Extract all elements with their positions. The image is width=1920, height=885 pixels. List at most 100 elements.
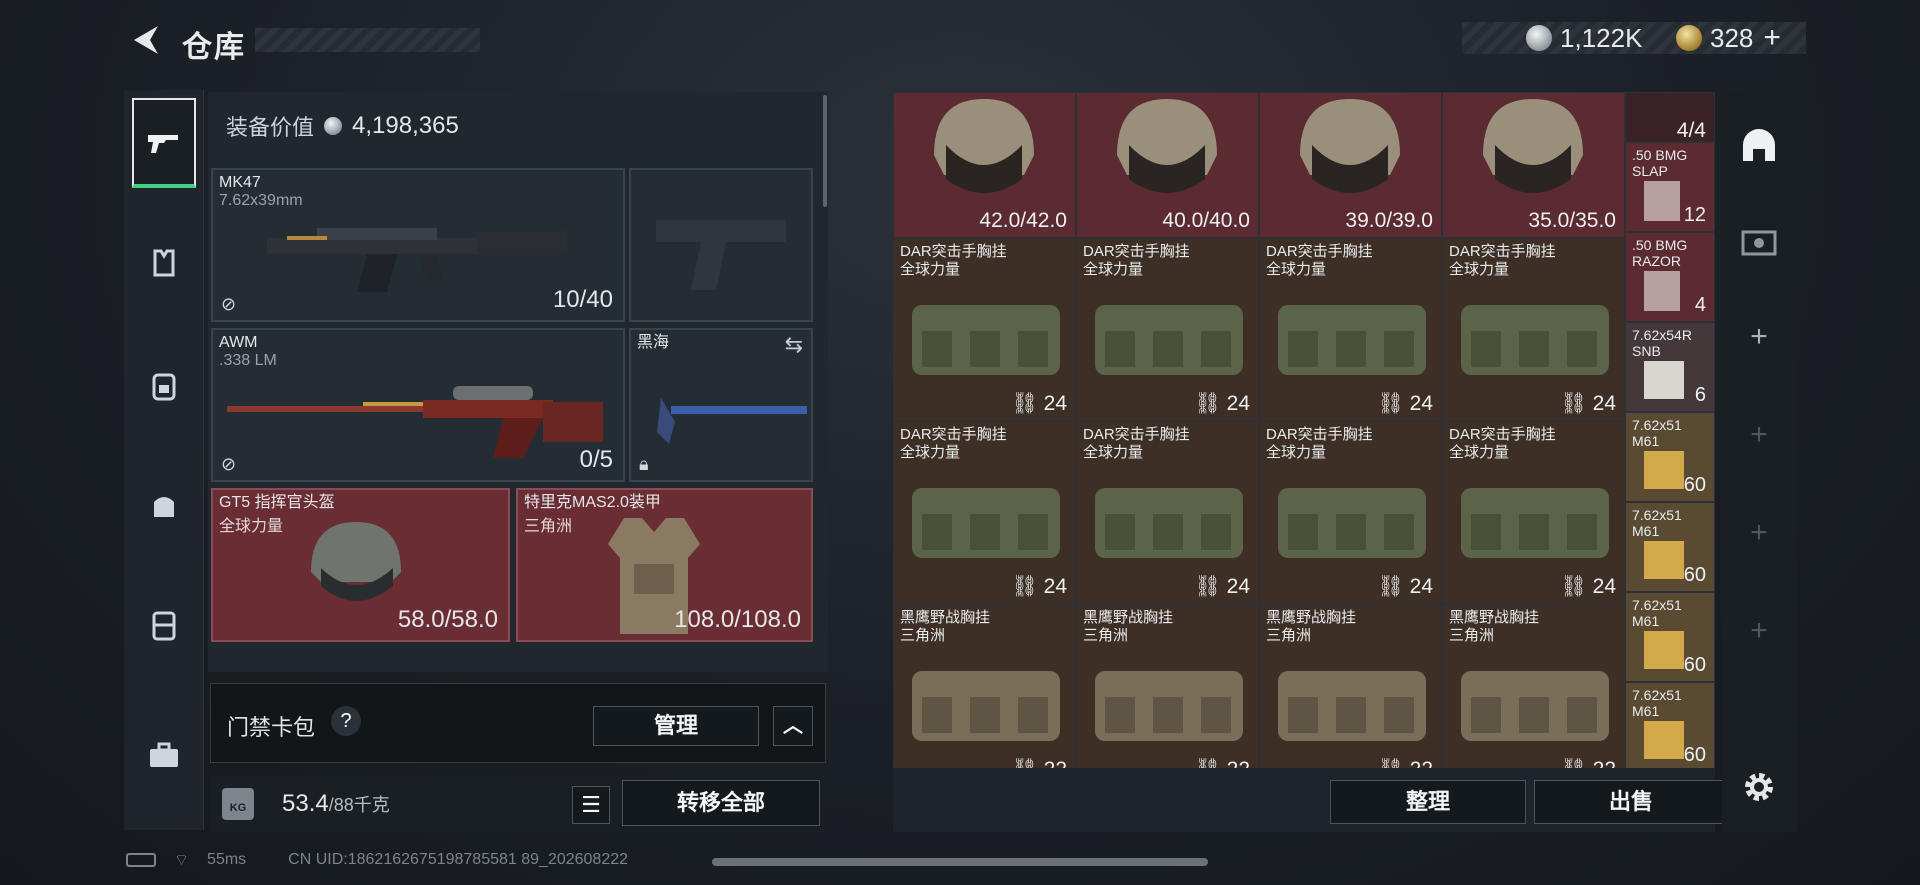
page-title: 仓库 xyxy=(182,31,246,64)
plus-icon: + xyxy=(1750,320,1768,353)
armor-slot[interactable]: 特里克MAS2.0装甲 三角洲 108.0/108.0 xyxy=(516,488,813,642)
add-stash-3[interactable]: + xyxy=(1734,508,1784,558)
back-arrow-icon[interactable] xyxy=(128,22,162,58)
armor-name: 特里克MAS2.0装甲 xyxy=(524,494,661,511)
grid-vest[interactable]: 黑鹰野战胸挂三角洲 ⛓ 22 xyxy=(1259,604,1442,768)
gold-currency[interactable]: 328 + xyxy=(1676,21,1781,55)
ammo-cell[interactable]: .50 BMG SLAP 12 xyxy=(1625,142,1715,232)
vest-image xyxy=(912,671,1060,741)
map-tab[interactable] xyxy=(1734,216,1784,266)
item-name: DAR突击手胸挂 全球力量 xyxy=(1266,243,1373,278)
grid-vest[interactable]: 黑鹰野战胸挂三角洲 ⛓ 22 xyxy=(893,604,1076,768)
grid-vest[interactable]: 黑鹰野战胸挂三角洲 ⛓ 22 xyxy=(1442,604,1625,768)
durability: 39.0/39.0 xyxy=(1345,209,1433,232)
storage-grid: 42.0/42.0 40.0/40.0 39.0/39.0 35.0/35.0 … xyxy=(893,92,1715,768)
item-count: ⛓ 22 xyxy=(1560,758,1616,768)
gold-amount: 328 xyxy=(1710,22,1754,53)
grid-vest[interactable]: 黑鹰野战胸挂三角洲 ⛓ 22 xyxy=(1076,604,1259,768)
horizontal-scrollbar[interactable] xyxy=(712,858,1208,866)
map-icon xyxy=(1741,230,1777,256)
manage-button[interactable]: 管理 xyxy=(593,706,759,746)
item-count: ⛓ 24 xyxy=(1560,392,1616,415)
swap-icon[interactable]: ⇆ xyxy=(785,332,803,358)
grid-vest[interactable]: DAR突击手胸挂 全球力量 ⛓ 24 xyxy=(1259,238,1442,421)
ammo-name: 7.62x54R SNB xyxy=(1632,327,1692,359)
grid-vest[interactable]: DAR突击手胸挂 全球力量 ⛓ 24 xyxy=(893,238,1076,421)
ammo-count: 6 xyxy=(1694,384,1706,406)
nav-weapons[interactable] xyxy=(132,98,196,188)
ping-text: 55ms xyxy=(207,851,247,868)
durability: 35.0/35.0 xyxy=(1528,209,1616,232)
weapon-ammo: 0/5 xyxy=(579,446,613,473)
grid-helmet-4[interactable]: 35.0/35.0 xyxy=(1442,92,1625,238)
helmet-slot[interactable]: GT5 指挥官头盔 全球力量 58.0/58.0 xyxy=(211,488,510,642)
grid-vest[interactable]: DAR突击手胸挂 全球力量 ⛓ 24 xyxy=(1442,238,1625,421)
sell-button[interactable]: 出售 xyxy=(1534,780,1728,824)
melee-slot[interactable]: 黑海 ⇆ 🔒︎ xyxy=(629,328,813,482)
ammo-name: .50 BMG RAZOR xyxy=(1632,237,1688,269)
stash-tab[interactable] xyxy=(1734,120,1784,170)
sort-button[interactable]: 整理 xyxy=(1330,780,1526,824)
ammo-box xyxy=(1644,541,1684,579)
silver-coin-icon xyxy=(324,117,343,135)
durability: 40.0/40.0 xyxy=(1162,209,1250,232)
keycard-label: 门禁卡包 xyxy=(227,715,316,740)
ammo-cell[interactable]: 7.62x54R SNB 6 xyxy=(1625,322,1715,412)
gold-coin-icon xyxy=(1676,25,1702,51)
grid-vest[interactable]: DAR突击手胸挂 全球力量 ⛓ 24 xyxy=(893,421,1076,604)
grid-helmet-1[interactable]: 42.0/42.0 xyxy=(893,92,1076,238)
pistol-slot-empty[interactable] xyxy=(629,168,813,322)
add-stash-2[interactable]: + xyxy=(1734,410,1784,460)
melee-name: 黑海 xyxy=(637,334,670,351)
expand-button[interactable]: ︿ xyxy=(773,706,813,746)
storage-tabs: + + + + xyxy=(1722,92,1797,832)
grid-helmet-2[interactable]: 40.0/40.0 xyxy=(1076,92,1259,238)
durability: 42.0/42.0 xyxy=(979,209,1067,232)
ammo-cell[interactable]: .50 BMG RAZOR 4 xyxy=(1625,232,1715,322)
settings-button[interactable] xyxy=(1734,762,1784,812)
rifle-image xyxy=(267,228,567,292)
helmet-image xyxy=(311,522,401,601)
ammo-capacity: 4/4 xyxy=(1625,92,1715,142)
vest-image xyxy=(1278,488,1426,558)
nav-pouch[interactable] xyxy=(132,460,196,550)
gear-icon xyxy=(1745,773,1773,801)
vest-image xyxy=(912,488,1060,558)
weight-text: 53.4/88千克 xyxy=(282,790,390,818)
list-icon: ☰ xyxy=(581,792,601,817)
grid-vest[interactable]: DAR突击手胸挂 全球力量 ⛓ 24 xyxy=(1076,421,1259,604)
help-button[interactable]: ? xyxy=(331,706,361,736)
loadout-scrollbar[interactable] xyxy=(823,95,827,207)
vest-image xyxy=(1278,671,1426,741)
list-view-button[interactable]: ☰ xyxy=(572,786,610,824)
grid-vest[interactable]: DAR突击手胸挂 全球力量 ⛓ 24 xyxy=(1076,238,1259,421)
ammo-cell[interactable]: 7.62x51 M61 60 xyxy=(1625,592,1715,682)
grid-helmet-3[interactable]: 39.0/39.0 xyxy=(1259,92,1442,238)
ammo-count: 60 xyxy=(1683,474,1706,496)
ammo-box xyxy=(1644,721,1684,759)
vest-image xyxy=(1278,305,1426,375)
grid-vest[interactable]: DAR突击手胸挂 全球力量 ⛓ 24 xyxy=(1259,421,1442,604)
secondary-weapon-slot[interactable]: AWM .338 LM ⊘ 0/5 xyxy=(211,328,625,482)
nav-vest[interactable] xyxy=(132,218,196,308)
vest-image xyxy=(1095,305,1243,375)
no-insurance-icon: ⊘ xyxy=(221,454,237,474)
nav-backpack[interactable] xyxy=(132,340,196,430)
item-count: ⛓ 24 xyxy=(1194,392,1250,415)
ammo-count: 60 xyxy=(1683,564,1706,586)
ammo-cell[interactable]: 7.62x51 M61 60 xyxy=(1625,502,1715,592)
ammo-cell[interactable]: 7.62x51 M61 60 xyxy=(1625,412,1715,502)
item-count: ⛓ 24 xyxy=(1377,392,1433,415)
primary-weapon-slot[interactable]: MK47 7.62x39mm ⊘ 10/40 xyxy=(211,168,625,322)
add-stash-4[interactable]: + xyxy=(1734,606,1784,656)
grid-vest[interactable]: DAR突击手胸挂 全球力量 ⛓ 24 xyxy=(1442,421,1625,604)
nav-case[interactable] xyxy=(132,580,196,670)
add-gold-plus[interactable]: + xyxy=(1763,21,1781,55)
ammo-cell[interactable]: 7.62x51 M61 60 xyxy=(1625,682,1715,768)
transfer-all-button[interactable]: 转移全部 xyxy=(622,780,820,826)
nav-toolbox[interactable] xyxy=(132,710,196,800)
ammo-box xyxy=(1644,631,1684,669)
helmet-durability: 58.0/58.0 xyxy=(397,606,498,633)
add-stash-1[interactable]: + xyxy=(1734,312,1784,362)
battery-icon xyxy=(126,853,156,867)
